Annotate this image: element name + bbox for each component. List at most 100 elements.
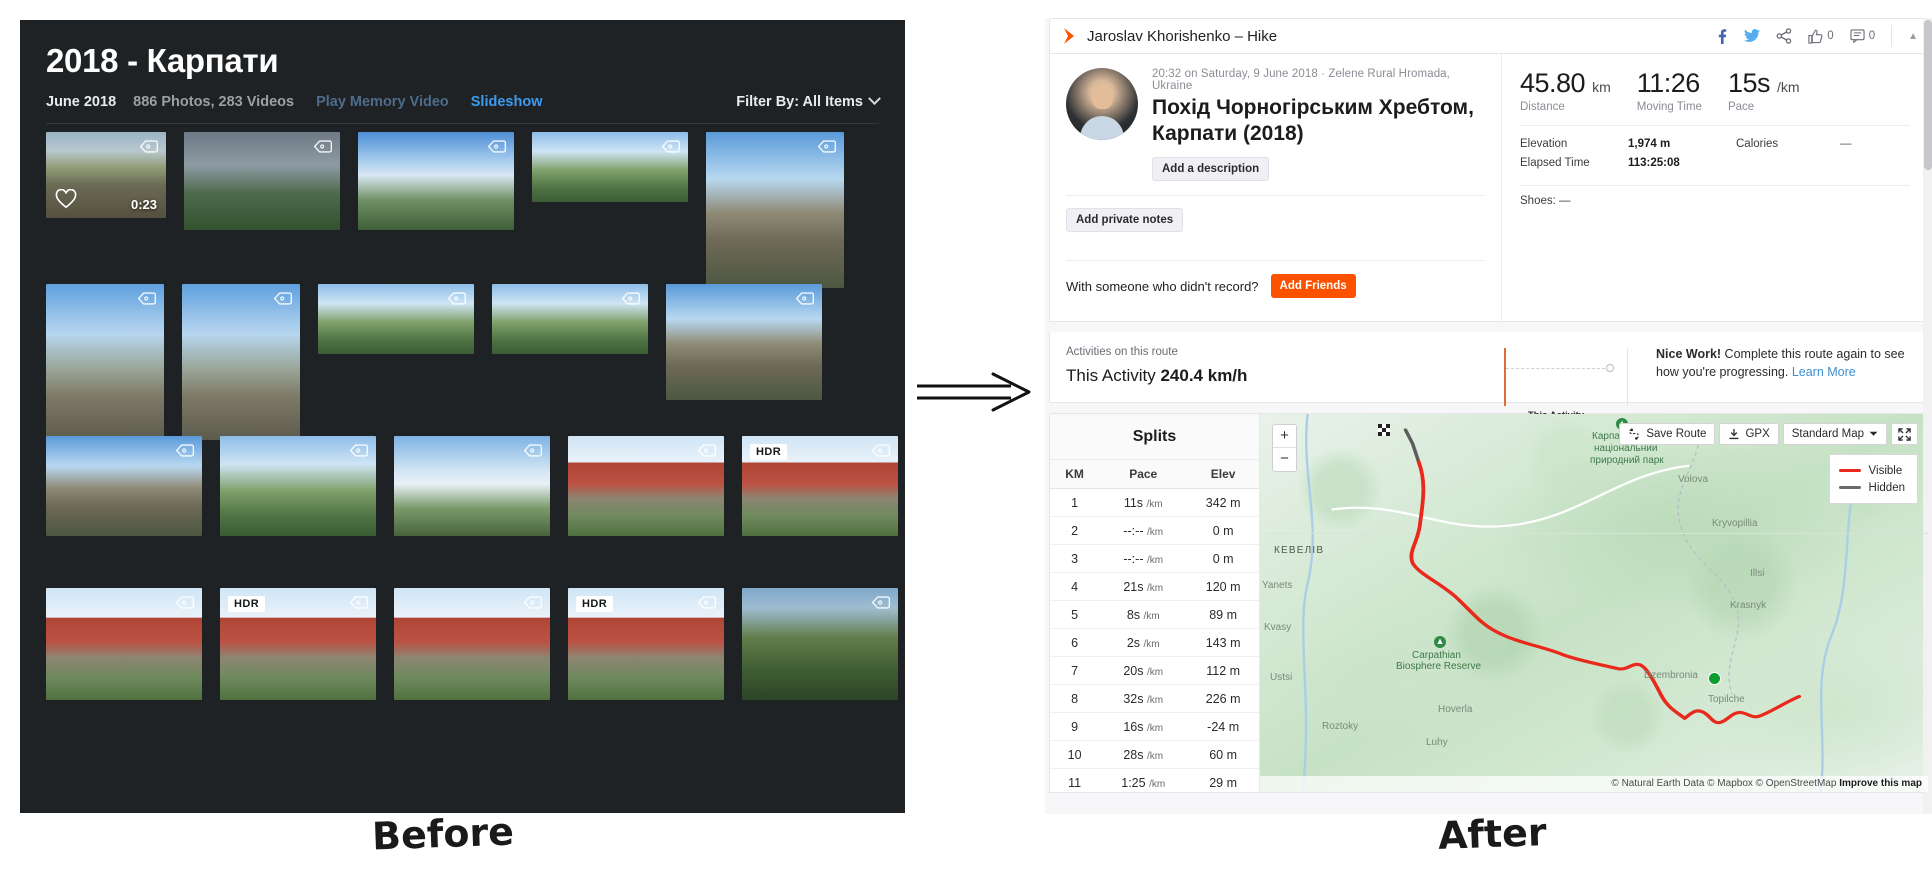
map-legend-entry: Hidden [1838, 479, 1905, 496]
table-row: 6 2s /km 143 m [1050, 628, 1259, 657]
activity-breadcrumb-title: Jaroslav Khorishenko – Hike [1087, 27, 1278, 45]
map-zoom-control[interactable]: + − [1272, 424, 1297, 472]
activity-stats-column: 45.80 km Distance 11:26 Moving Time 15s /km P… [1502, 54, 1928, 321]
photo-thumbnail[interactable]: HDR [742, 436, 898, 536]
route-map[interactable]: Карпатськийнаціональнийприродний паркКЕВ… [1260, 414, 1928, 792]
split-elev: 0 m [1187, 544, 1259, 573]
photo-thumbnail[interactable] [666, 284, 822, 400]
facebook-share-button[interactable] [1715, 28, 1728, 44]
kudos-count: 0 [1827, 30, 1834, 42]
kudos-button[interactable]: 0 [1808, 29, 1834, 44]
filter-label: Filter By: All Items [736, 93, 863, 110]
photo-thumbnail[interactable] [46, 284, 164, 440]
map-place-label: Luhy [1426, 737, 1448, 748]
fullscreen-button[interactable] [1891, 423, 1918, 445]
save-route-button[interactable]: Save Route [1619, 423, 1716, 445]
twitter-share-button[interactable] [1744, 29, 1761, 43]
stat-value: 15s /km [1727, 68, 1800, 98]
route-effort-number: 240.4 km/h [1160, 366, 1248, 385]
photo-thumbnail[interactable]: HDR [220, 588, 376, 700]
tag-icon [349, 444, 368, 457]
tag-icon [871, 444, 890, 457]
map-place-label: Illsi [1750, 568, 1765, 579]
tag-icon [871, 596, 890, 609]
play-memory-video-button[interactable]: Play Memory Video [316, 94, 449, 110]
splits-column-header: KM [1050, 459, 1100, 489]
zoom-in-button[interactable]: + [1273, 425, 1296, 448]
improve-this-map-link[interactable]: Improve this map [1839, 778, 1922, 789]
photo-thumbnail[interactable] [532, 132, 688, 202]
photo-thumbnail[interactable] [182, 284, 300, 440]
zoom-out-button[interactable]: − [1273, 448, 1296, 471]
heart-icon[interactable] [55, 189, 77, 209]
comment-button[interactable]: 0 [1850, 29, 1875, 43]
photo-thumbnail[interactable] [706, 132, 844, 288]
photo-thumbnail[interactable] [358, 132, 514, 230]
route-effort-label: Activities on this route [1066, 346, 1178, 358]
collapse-button[interactable]: ▲ [1908, 31, 1918, 42]
share-button[interactable] [1776, 28, 1792, 44]
album-date: June 2018 [46, 93, 117, 110]
shoes-row: Shoes: — [1520, 195, 1571, 207]
page-title: 2018 - Карпати [46, 42, 279, 79]
filter-dropdown[interactable]: Filter By: All Items [736, 92, 881, 110]
gpx-download-button[interactable]: GPX [1719, 423, 1779, 445]
photo-thumbnail[interactable] [184, 132, 340, 230]
photo-image [742, 588, 898, 700]
photo-thumbnail[interactable] [394, 588, 550, 700]
split-pace: 16s /km [1099, 712, 1188, 741]
tag-icon [349, 596, 368, 609]
map-style-dropdown[interactable]: Standard Map [1782, 423, 1887, 445]
map-style-label: Standard Map [1791, 428, 1864, 440]
photo-thumbnail[interactable] [46, 436, 202, 536]
photo-thumbnail[interactable] [742, 588, 898, 700]
add-description-button[interactable]: Add a description [1152, 157, 1270, 182]
slideshow-button[interactable]: Slideshow [471, 94, 543, 110]
photo-thumbnail[interactable] [318, 284, 474, 354]
split-pace: --:-- /km [1099, 544, 1188, 573]
photo-thumbnail[interactable]: 0:23 [46, 132, 166, 218]
map-place-label: природний парк [1590, 455, 1664, 466]
activity-header: 20:32 on Saturday, 9 June 2018 · Zelene … [1066, 68, 1485, 182]
stat-label: Moving Time [1636, 101, 1702, 113]
route-effort-prefix: This Activity [1066, 366, 1161, 385]
table-row: 2 --:-- /km 0 m [1050, 516, 1259, 545]
primary-stat: 45.80 km Distance [1520, 68, 1611, 113]
photo-thumbnail[interactable] [220, 436, 376, 536]
secondary-stat-row: Elapsed Time 113:25:08 [1520, 154, 1910, 173]
avatar[interactable] [1066, 68, 1138, 140]
split-elev: 143 m [1187, 628, 1259, 657]
private-notes-row: Add private notes [1066, 196, 1485, 246]
tag-icon [795, 292, 814, 305]
photo-thumbnail[interactable] [46, 588, 202, 700]
map-place-label: Yanets [1262, 580, 1293, 591]
splits-column-header: Elev [1187, 459, 1259, 489]
map-place-label: Kryvopillia [1712, 518, 1758, 529]
photo-image [220, 436, 376, 536]
photo-thumbnail[interactable] [394, 436, 550, 536]
tag-icon [621, 292, 640, 305]
tag-icon [139, 140, 158, 153]
split-pace: 1:25 /km [1099, 768, 1188, 792]
route-end-marker [1708, 672, 1721, 685]
photo-image [46, 284, 164, 440]
split-km: 11 [1050, 768, 1100, 792]
photo-thumbnail[interactable]: HDR [568, 588, 724, 700]
save-route-label: Save Route [1646, 428, 1707, 440]
photo-thumbnail[interactable] [568, 436, 724, 536]
gpx-label: GPX [1745, 428, 1770, 440]
tag-icon [487, 140, 506, 153]
add-friends-button[interactable]: Add Friends [1270, 274, 1356, 299]
chart-right-axis [1627, 348, 1628, 406]
map-place-label: Biosphere Reserve [1396, 661, 1482, 672]
photo-image [666, 284, 822, 400]
add-private-notes-button[interactable]: Add private notes [1066, 208, 1184, 233]
map-place-label: Krasnyk [1730, 600, 1767, 611]
stat-key: Elevation [1520, 138, 1568, 150]
activity-meta: 20:32 on Saturday, 9 June 2018 · Zelene … [1152, 68, 1450, 92]
learn-more-link[interactable]: Learn More [1792, 364, 1856, 382]
photo-thumbnail[interactable] [492, 284, 648, 354]
map-attribution: © Natural Earth Data © Mapbox © OpenStre… [1260, 776, 1928, 792]
activity-topbar: Jaroslav Khorishenko – Hike 0 0 ▲ [1049, 18, 1929, 54]
legend-label: Visible [1868, 464, 1903, 477]
